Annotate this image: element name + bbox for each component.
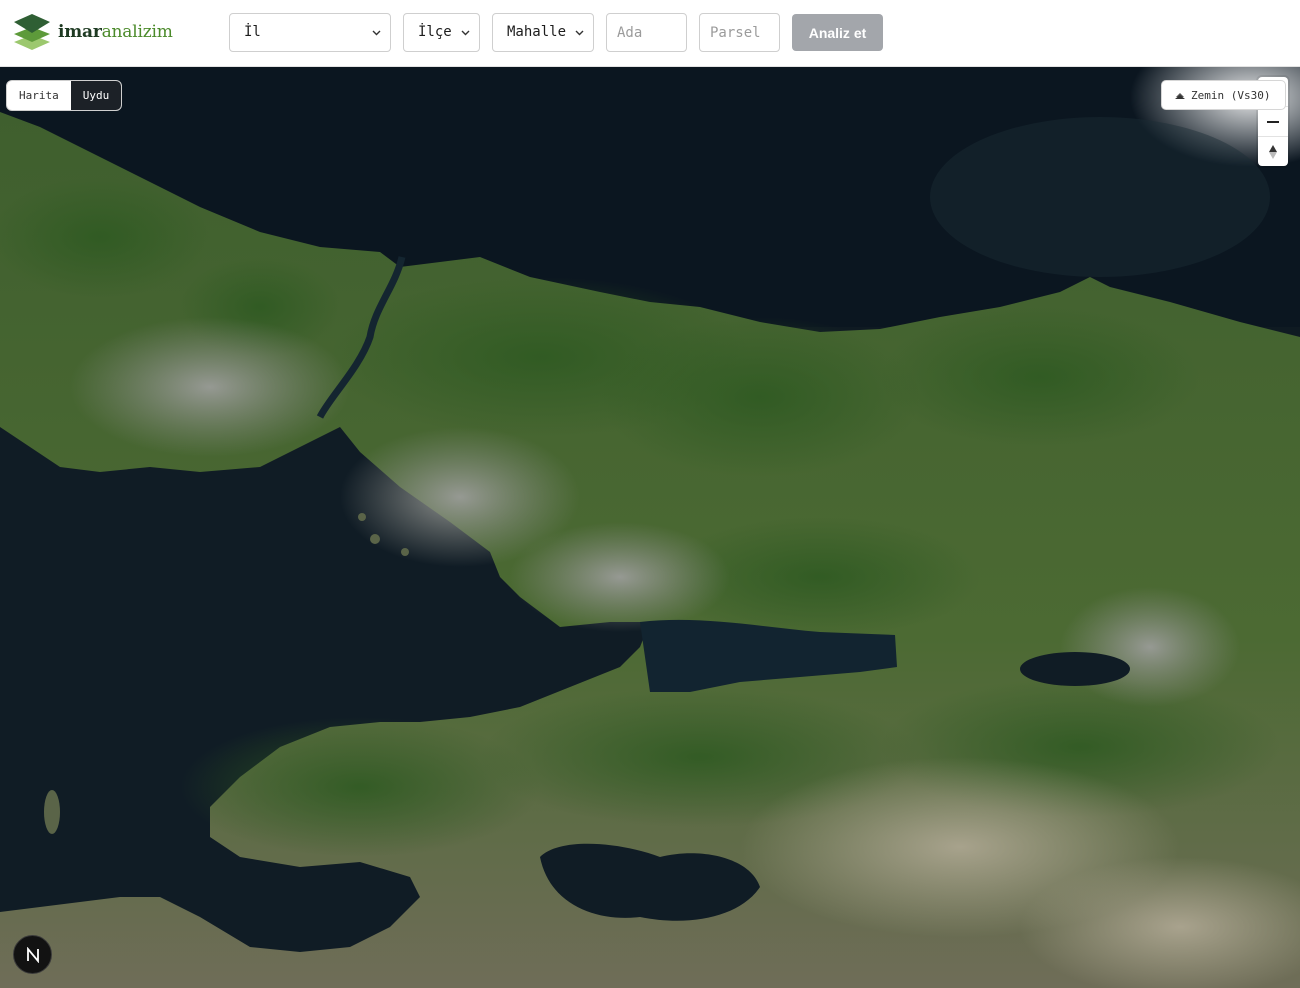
chevron-down-icon [461, 30, 470, 36]
brand-name: imaranalizim [58, 22, 173, 42]
satellite-imagery [0, 67, 1300, 988]
mahalle-select-value: Mahalle [507, 24, 567, 40]
parsel-input[interactable] [699, 13, 780, 52]
top-bar: imaranalizim İl İlçe Mahalle Analiz et [0, 0, 1300, 67]
chevron-down-icon [575, 30, 584, 36]
minus-icon [1267, 121, 1279, 123]
base-layer-option-uydu[interactable]: Uydu [70, 81, 122, 110]
mahalle-select[interactable]: Mahalle [492, 13, 594, 52]
ilce-select-value: İlçe [418, 24, 452, 40]
il-select[interactable]: İl [229, 13, 391, 52]
brand-logo[interactable]: imaranalizim [12, 12, 173, 52]
ada-input[interactable] [606, 13, 687, 52]
zemin-vs30-layer-button[interactable]: Zemin (Vs30) [1161, 80, 1286, 110]
il-select-value: İl [244, 24, 261, 40]
ilce-select[interactable]: İlçe [403, 13, 480, 52]
reset-bearing-button[interactable] [1258, 137, 1288, 166]
compass-icon [1269, 145, 1277, 159]
chevron-down-icon [372, 30, 381, 36]
layers-logo-icon [14, 14, 50, 50]
n-logo-icon [26, 946, 39, 963]
satellite-map[interactable]: Harita Uydu Zemin (Vs30) [0, 67, 1300, 988]
layers-icon [1175, 93, 1185, 99]
n-logo-badge[interactable] [13, 935, 52, 974]
zoom-out-button[interactable] [1258, 107, 1288, 136]
analyze-button[interactable]: Analiz et [792, 14, 883, 51]
base-layer-toggle: Harita Uydu [6, 80, 123, 111]
base-layer-option-harita[interactable]: Harita [7, 81, 71, 110]
zemin-vs30-label: Zemin (Vs30) [1191, 88, 1271, 102]
